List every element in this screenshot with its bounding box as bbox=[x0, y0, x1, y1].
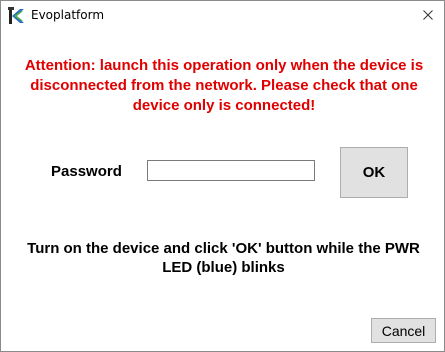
close-icon bbox=[423, 7, 433, 25]
window-title: Evoplatform bbox=[31, 8, 105, 22]
instruction-text: Turn on the device and click 'OK' button… bbox=[27, 240, 420, 276]
evoplatform-dialog: Evoplatform Attention: launch this opera… bbox=[0, 0, 445, 352]
ok-button[interactable]: OK bbox=[340, 147, 408, 198]
cancel-button[interactable]: Cancel bbox=[371, 318, 436, 343]
warning-message: Attention: launch this operation only wh… bbox=[24, 57, 424, 114]
evoplatform-logo-icon bbox=[8, 7, 26, 25]
password-label: Password bbox=[51, 163, 122, 180]
title-bar[interactable]: Evoplatform bbox=[1, 1, 444, 31]
password-input[interactable] bbox=[147, 160, 315, 181]
close-button[interactable] bbox=[412, 1, 444, 31]
